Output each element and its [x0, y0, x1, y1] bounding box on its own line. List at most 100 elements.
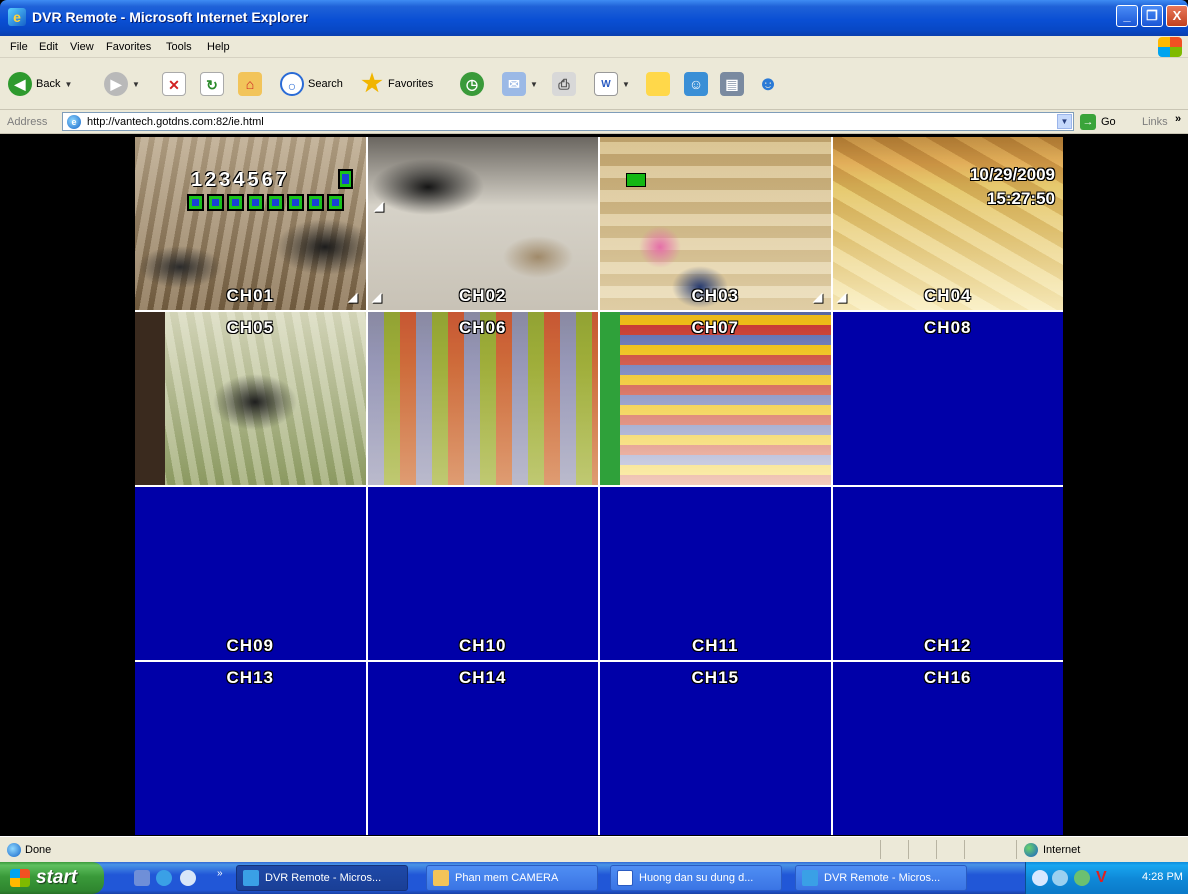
address-bar: Address e http://vantech.gotdns.com:82/i…	[0, 110, 1188, 134]
channel-07-view[interactable]: CH07	[600, 312, 831, 485]
channel-06-view[interactable]: CH06	[367, 312, 598, 485]
maximize-button[interactable]: ❐	[1141, 5, 1163, 27]
security-shield-icon[interactable]	[1074, 870, 1090, 886]
menu-tools[interactable]: Tools	[166, 41, 192, 53]
channel-01-view[interactable]: 1234567 ◢ CH01	[135, 137, 366, 310]
channel-label: CH09	[226, 636, 274, 655]
speaker-icon: ◢	[373, 198, 384, 213]
motion-indicator	[626, 173, 646, 187]
page-done-icon	[7, 843, 21, 857]
research-button[interactable]: ▤	[720, 70, 744, 98]
favorites-button[interactable]: ★ Favorites	[360, 70, 433, 98]
channel-05-view[interactable]: CH05	[135, 312, 366, 485]
antivirus-icon[interactable]: V	[1096, 870, 1112, 886]
history-button[interactable]: ◷	[460, 70, 484, 98]
channel-label: CH11	[691, 636, 739, 655]
security-zone[interactable]: Internet	[1043, 844, 1080, 856]
channel-14-view[interactable]: CH14	[367, 662, 598, 835]
contacts-icon: ☻	[757, 73, 779, 95]
window-titlebar[interactable]: e DVR Remote - Microsoft Internet Explor…	[0, 0, 1188, 36]
camera-feed-image	[832, 137, 1063, 310]
taskbar-item[interactable]: Phan mem CAMERA	[426, 865, 598, 891]
channel-label: CH04	[924, 286, 972, 305]
ie-icon	[802, 870, 818, 886]
minimize-button[interactable]: _	[1116, 5, 1138, 27]
contacts-button[interactable]: ☻	[756, 70, 780, 98]
refresh-button[interactable]: ↻	[200, 70, 224, 98]
search-button[interactable]: ○ Search	[280, 70, 343, 98]
channel-08-view[interactable]: CH08	[832, 312, 1063, 485]
home-button[interactable]: ⌂	[238, 70, 262, 98]
favorites-label: Favorites	[388, 78, 434, 90]
forward-button[interactable]: ▶ ▼	[104, 70, 140, 98]
system-tray: V 4:28 PM	[1025, 862, 1188, 894]
channel-03-view[interactable]: ◢ CH03	[600, 137, 831, 310]
taskbar-item[interactable]: DVR Remote - Micros...	[236, 865, 408, 891]
windows-flag-icon	[10, 869, 30, 887]
menu-help[interactable]: Help	[207, 41, 230, 53]
mail-dropdown-icon[interactable]: ▼	[530, 80, 538, 89]
mail-button[interactable]: ✉ ▼	[502, 70, 538, 98]
close-button[interactable]: X	[1166, 5, 1188, 27]
channel-02-view[interactable]: ◢ ◢ CH02	[367, 137, 598, 310]
osd-status-box	[338, 169, 353, 189]
address-url[interactable]: http://vantech.gotdns.com:82/ie.html	[87, 116, 264, 128]
channel-11-view[interactable]: CH11	[600, 487, 831, 660]
ie-quicklaunch-icon[interactable]	[156, 870, 172, 886]
quicklaunch-chevron-icon[interactable]: »	[217, 868, 223, 879]
network-icon[interactable]	[1052, 870, 1068, 886]
favorites-star-icon: ★	[361, 70, 383, 97]
discuss-button[interactable]	[646, 70, 670, 98]
status-divider	[936, 840, 937, 859]
links-button[interactable]: Links	[1142, 116, 1168, 128]
taskbar: start » DVR Remote - Micros... Phan mem …	[0, 862, 1188, 894]
menu-favorites[interactable]: Favorites	[106, 41, 151, 53]
channel-label: CH14	[459, 668, 507, 687]
tray-chevron-icon[interactable]	[1032, 870, 1048, 886]
show-desktop-icon[interactable]	[134, 870, 150, 886]
messenger-button[interactable]: ☺	[684, 70, 708, 98]
edit-dropdown-icon[interactable]: ▼	[622, 80, 630, 89]
status-text: Done	[25, 844, 52, 856]
links-chevron-icon[interactable]: »	[1175, 113, 1181, 125]
taskbar-item-label: Phan mem CAMERA	[455, 872, 559, 884]
menu-view[interactable]: View	[70, 41, 94, 53]
menu-edit[interactable]: Edit	[39, 41, 58, 53]
channel-04-view[interactable]: 10/29/2009 15:27:50 ◢ CH04	[832, 137, 1063, 310]
edit-button[interactable]: W ▼	[594, 70, 630, 98]
edit-icon: W	[594, 72, 618, 96]
ie-app-icon[interactable]: e	[8, 8, 26, 26]
forward-dropdown-icon[interactable]: ▼	[132, 80, 140, 89]
address-dropdown-icon[interactable]: ▼	[1057, 114, 1072, 129]
go-button[interactable]: → Go	[1080, 114, 1116, 130]
system-clock[interactable]: 4:28 PM	[1142, 871, 1183, 883]
status-divider	[1016, 840, 1017, 859]
channel-09-view[interactable]: CH09	[135, 487, 366, 660]
channel-label: CH06	[459, 318, 507, 337]
channel-13-view[interactable]: CH13	[135, 662, 366, 835]
address-input[interactable]: e http://vantech.gotdns.com:82/ie.html ▼	[62, 112, 1074, 131]
media-quicklaunch-icon[interactable]	[180, 870, 196, 886]
back-button[interactable]: ◀ Back ▼	[8, 70, 72, 98]
taskbar-item[interactable]: Huong dan su dung d...	[610, 865, 782, 891]
internet-zone-icon	[1024, 843, 1038, 857]
channel-12-view[interactable]: CH12	[832, 487, 1063, 660]
camera-feed-image	[135, 137, 366, 310]
stop-button[interactable]: ✕	[162, 70, 186, 98]
print-button[interactable]: ⎙	[552, 70, 576, 98]
osd-time: 15:27:50	[986, 189, 1055, 208]
channel-label: CH05	[226, 318, 274, 337]
channel-label: CH12	[924, 636, 972, 655]
channel-16-view[interactable]: CH16	[832, 662, 1063, 835]
back-arrow-icon: ◀	[8, 72, 32, 96]
start-button[interactable]: start	[0, 862, 104, 894]
channel-10-view[interactable]: CH10	[367, 487, 598, 660]
menu-file[interactable]: File	[10, 41, 28, 53]
channel-15-view[interactable]: CH15	[600, 662, 831, 835]
back-dropdown-icon[interactable]: ▼	[64, 80, 72, 89]
taskbar-item[interactable]: DVR Remote - Micros...	[795, 865, 967, 891]
standard-toolbar: ◀ Back ▼ ▶ ▼ ✕ ↻ ⌂ ○ Search ★ Favorites …	[0, 58, 1188, 110]
camera-feed-image	[600, 137, 831, 310]
channel-label: CH16	[924, 668, 972, 687]
go-arrow-icon: →	[1080, 114, 1096, 130]
